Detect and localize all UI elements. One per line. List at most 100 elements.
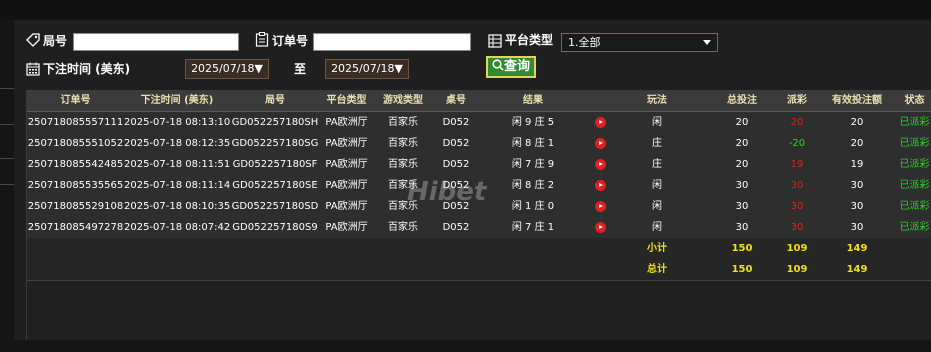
round-cell: GD052257180SE bbox=[232, 180, 318, 191]
time-cell: 2025-07-18 08:11:14 bbox=[124, 180, 231, 191]
subtotal-payout: 109 bbox=[786, 243, 808, 254]
round-label: 局号 bbox=[43, 34, 68, 48]
order-cell: 250718085529108 bbox=[27, 201, 124, 212]
platform-select[interactable]: 1.全部 bbox=[561, 33, 718, 52]
valid-cell: 20 bbox=[850, 117, 864, 128]
top-bar bbox=[0, 0, 931, 21]
total-valid: 149 bbox=[846, 264, 868, 275]
order-input[interactable] bbox=[313, 33, 471, 51]
game-cell: 百家乐 bbox=[388, 159, 418, 170]
platform-cell: PA欧洲厅 bbox=[325, 138, 368, 149]
play-cell: 闲 bbox=[652, 201, 662, 212]
left-sidebar bbox=[0, 20, 15, 352]
round-cell: GD052257180SH bbox=[231, 117, 319, 128]
platform-cell: PA欧洲厅 bbox=[325, 201, 368, 212]
play-video-icon[interactable] bbox=[595, 138, 606, 149]
result-cell: 闲 7 庄 1 bbox=[511, 222, 555, 233]
result-cell: 闲 7 庄 9 bbox=[511, 159, 555, 170]
header-order: 订单号 bbox=[60, 95, 91, 106]
play-video-icon[interactable] bbox=[595, 159, 606, 170]
play-cell: 庄 bbox=[652, 159, 662, 170]
subtotal-label: 小计 bbox=[647, 243, 667, 254]
total-row: 总计 150 109 149 bbox=[27, 259, 931, 281]
valid-cell: 30 bbox=[850, 180, 864, 191]
game-cell: 百家乐 bbox=[388, 222, 418, 233]
table-row: 250718085542485 2025-07-18 08:11:51 GD05… bbox=[27, 154, 931, 176]
bet-cell: 30 bbox=[735, 201, 749, 212]
bet-cell: 20 bbox=[735, 138, 749, 149]
header-payout: 派彩 bbox=[787, 95, 807, 106]
play-cell: 闲 bbox=[652, 180, 662, 191]
query-button[interactable]: 查询 bbox=[486, 56, 536, 78]
header-platform: 平台类型 bbox=[326, 95, 367, 106]
play-video-icon[interactable] bbox=[595, 180, 606, 191]
search-icon bbox=[492, 59, 504, 71]
bottom-bar bbox=[0, 340, 931, 352]
header-game: 游戏类型 bbox=[383, 95, 423, 106]
clipboard-icon bbox=[255, 32, 269, 51]
time-cell: 2025-07-18 08:10:35 bbox=[124, 201, 231, 212]
platform-label: 平台类型 bbox=[505, 33, 554, 47]
calendar-icon bbox=[26, 61, 40, 80]
order-cell: 250718085535565 bbox=[27, 180, 124, 191]
date-to-picker[interactable]: 2025/07/18▼ bbox=[325, 59, 409, 79]
table-cell: D052 bbox=[442, 159, 470, 170]
table-cell: D052 bbox=[442, 138, 470, 149]
play-cell: 闲 bbox=[652, 117, 662, 128]
round-cell: GD052257180S9 bbox=[232, 222, 318, 233]
table-cell: D052 bbox=[442, 222, 470, 233]
table-header: 订单号 下注时间 (美东) 局号 平台类型 游戏类型 桌号 结果 玩法 总投注 … bbox=[27, 90, 931, 112]
round-cell: GD052257180SD bbox=[231, 201, 319, 212]
bet-time-label: 下注时间 (美东) bbox=[43, 62, 131, 76]
result-cell: 闲 8 庄 2 bbox=[511, 180, 555, 191]
round-cell: GD052257180SG bbox=[231, 138, 319, 149]
total-label: 总计 bbox=[647, 264, 667, 275]
bet-cell: 20 bbox=[735, 117, 749, 128]
bet-cell: 20 bbox=[735, 159, 749, 170]
platform-cell: PA欧洲厅 bbox=[325, 180, 368, 191]
header-bet: 总投注 bbox=[727, 95, 757, 106]
play-video-icon[interactable] bbox=[595, 222, 606, 233]
game-cell: 百家乐 bbox=[388, 138, 418, 149]
order-label: 订单号 bbox=[272, 34, 309, 48]
result-cell: 闲 9 庄 5 bbox=[511, 117, 555, 128]
total-payout: 109 bbox=[786, 264, 808, 275]
status-cell: 已派彩 bbox=[899, 117, 930, 128]
chevron-down-icon bbox=[703, 40, 711, 45]
round-cell: GD052257180SF bbox=[232, 159, 318, 170]
result-cell: 闲 8 庄 1 bbox=[511, 138, 555, 149]
date-from-picker[interactable]: 2025/07/18▼ bbox=[185, 59, 269, 79]
round-input[interactable] bbox=[73, 33, 239, 51]
payout-cell: 19 bbox=[790, 159, 804, 170]
time-cell: 2025-07-18 08:12:35 bbox=[124, 138, 231, 149]
bet-records-table: 订单号 下注时间 (美东) 局号 平台类型 游戏类型 桌号 结果 玩法 总投注 … bbox=[26, 90, 931, 352]
platform-cell: PA欧洲厅 bbox=[325, 117, 368, 128]
order-cell: 250718085557111 bbox=[27, 117, 124, 128]
play-video-icon[interactable] bbox=[595, 117, 606, 128]
payout-cell: 30 bbox=[790, 201, 804, 212]
platform-cell: PA欧洲厅 bbox=[325, 222, 368, 233]
game-cell: 百家乐 bbox=[388, 117, 418, 128]
valid-cell: 19 bbox=[850, 159, 864, 170]
header-result: 结果 bbox=[523, 95, 543, 106]
payout-cell: 30 bbox=[790, 222, 804, 233]
play-video-icon[interactable] bbox=[595, 201, 606, 212]
watermark-logo: Hibet bbox=[407, 177, 487, 207]
payout-cell: -20 bbox=[788, 138, 806, 149]
play-cell: 闲 bbox=[652, 222, 662, 233]
total-bet: 150 bbox=[731, 264, 753, 275]
status-cell: 已派彩 bbox=[899, 159, 930, 170]
list-icon bbox=[488, 33, 502, 52]
bet-cell: 30 bbox=[735, 222, 749, 233]
main-panel: 局号 订单号 平台类型 1.全部 下注时间 (美东) 2025/07/18▼ 至… bbox=[14, 20, 931, 352]
subtotal-row: 小计 150 109 149 bbox=[27, 238, 931, 260]
header-valid: 有效投注额 bbox=[832, 95, 882, 106]
tag-icon bbox=[26, 32, 40, 51]
status-cell: 已派彩 bbox=[899, 138, 930, 149]
play-cell: 庄 bbox=[652, 138, 662, 149]
payout-cell: 30 bbox=[790, 180, 804, 191]
time-cell: 2025-07-18 08:11:51 bbox=[124, 159, 231, 170]
result-cell: 闲 1 庄 0 bbox=[511, 201, 555, 212]
time-cell: 2025-07-18 08:13:10 bbox=[124, 117, 231, 128]
table-row: 250718085497278 2025-07-18 08:07:42 GD05… bbox=[27, 217, 931, 239]
